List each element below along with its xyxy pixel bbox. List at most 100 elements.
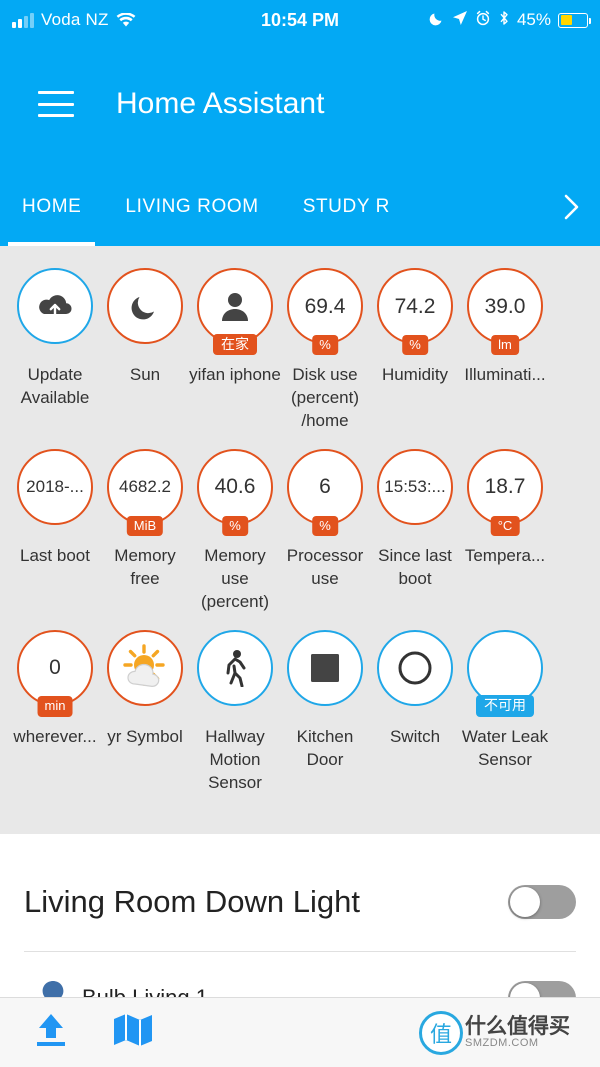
bottom-bar: 值 什么值得买 SMZDM.COM xyxy=(0,997,600,1067)
badge-row: 2018-... Last boot 4682.2 MiB Memory fre… xyxy=(10,448,590,630)
badge-unit: 在家 xyxy=(213,333,257,355)
map-icon[interactable] xyxy=(112,1011,154,1054)
badge-temperature[interactable]: 18.7 °C Tempera... xyxy=(460,448,550,614)
badge-illuminance[interactable]: 39.0 lm Illuminati... xyxy=(460,268,550,433)
badge-unit: °C xyxy=(490,515,520,536)
badge-memory-use[interactable]: 40.6 % Memory use (percent) xyxy=(190,448,280,614)
cloud-upload-icon xyxy=(36,291,74,321)
badge-processor-use[interactable]: 6 % Processor use xyxy=(280,448,370,614)
badge-row: Update Available Sun 在家 yifan iphone 69.… xyxy=(10,268,590,449)
badge-value: 18.7 xyxy=(484,475,526,499)
badge-yr-symbol[interactable]: yr Symbol xyxy=(100,629,190,795)
walking-person-icon xyxy=(220,649,250,687)
badge-label: Hallway Motion Sensor xyxy=(205,726,265,792)
card-master-toggle[interactable] xyxy=(508,884,576,919)
badge-value: 74.2 xyxy=(394,294,436,318)
bluetooth-icon xyxy=(498,10,510,30)
badge-unit: min xyxy=(37,696,73,717)
battery-icon xyxy=(558,12,591,28)
badge-value: 39.0 xyxy=(484,294,526,318)
badge-switch[interactable]: Switch xyxy=(370,629,460,795)
signal-icon xyxy=(12,12,34,28)
badge-last-boot[interactable]: 2018-... Last boot xyxy=(10,448,100,614)
badge-memory-free[interactable]: 4682.2 MiB Memory free xyxy=(100,448,190,614)
badge-label: Last boot xyxy=(20,545,90,565)
badge-label: Update Available xyxy=(20,365,90,407)
hamburger-menu-icon[interactable] xyxy=(38,91,74,117)
card-title: Living Room Down Light xyxy=(24,883,361,919)
badge-unit: % xyxy=(312,515,338,536)
badge-label: Disk use (percent) /home xyxy=(290,365,360,430)
badge-disk-use[interactable]: 69.4 % Disk use (percent) /home xyxy=(280,268,370,433)
badge-unit: 不可用 xyxy=(476,695,534,717)
watermark-text: 什么值得买 SMZDM.COM xyxy=(465,1014,570,1050)
tab-living-room-label: LIVING ROOM xyxy=(125,196,259,217)
moon-icon xyxy=(128,289,162,323)
status-bar-left: Voda NZ xyxy=(12,10,136,30)
bottom-bar-icons xyxy=(30,1010,154,1055)
circle-outline-icon xyxy=(397,650,433,686)
tab-home[interactable]: HOME xyxy=(0,168,103,246)
badge-label: Memory use (percent) xyxy=(200,545,270,611)
badge-wherever[interactable]: 0 min wherever... xyxy=(10,629,100,795)
badge-water-leak-sensor[interactable]: 不可用 Water Leak Sensor xyxy=(460,629,550,795)
status-bar: Voda NZ 10:54 PM 45% xyxy=(0,0,600,40)
badge-label: Processor use xyxy=(286,545,364,588)
badge-since-last-boot[interactable]: 15:53:... Since last boot xyxy=(370,448,460,614)
badge-label: Humidity xyxy=(381,365,449,384)
location-arrow-icon xyxy=(452,10,468,30)
badge-value: 15:53:... xyxy=(384,477,446,497)
badge-humidity[interactable]: 74.2 % Humidity xyxy=(370,268,460,433)
app-bar: Home Assistant xyxy=(0,40,600,168)
battery-percent-label: 45% xyxy=(516,10,551,29)
badge-yifan-iphone[interactable]: 在家 yifan iphone xyxy=(189,268,281,433)
badge-label: wherever... xyxy=(13,726,97,746)
card-spacer xyxy=(0,834,600,853)
badge-kitchen-door[interactable]: Kitchen Door xyxy=(280,629,370,795)
wifi-icon xyxy=(116,11,136,28)
badge-value: 4682.2 xyxy=(119,477,171,497)
badge-label: Since last boot xyxy=(378,545,452,588)
badge-unit: MiB xyxy=(126,515,164,536)
watermark-logo: 值 xyxy=(419,1010,463,1055)
upload-icon[interactable] xyxy=(30,1010,72,1055)
badge-label: Memory free xyxy=(114,545,176,588)
carrier-label: Voda NZ xyxy=(41,10,109,29)
badge-unit: % xyxy=(312,334,338,355)
watermark-sub-label: SMZDM.COM xyxy=(465,1036,539,1049)
badge-hallway-motion-sensor[interactable]: Hallway Motion Sensor xyxy=(190,629,280,795)
badge-value: 40.6 xyxy=(214,475,256,499)
badge-unit: % xyxy=(222,515,248,536)
badge-row: 0 min wherever... yr Symbol Hallway Moti… xyxy=(10,629,590,811)
tab-study-r[interactable]: STUDY R xyxy=(281,168,412,246)
watermark: 值 什么值得买 SMZDM.COM xyxy=(419,1010,570,1055)
badge-grid: Update Available Sun 在家 yifan iphone 69.… xyxy=(0,246,600,835)
card-header-row: Living Room Down Light xyxy=(24,852,576,953)
badge-label: yr Symbol xyxy=(107,726,183,746)
tab-study-r-label: STUDY R xyxy=(302,196,390,217)
badge-value: 6 xyxy=(319,475,331,499)
badge-sun[interactable]: Sun xyxy=(100,268,190,433)
tab-home-label: HOME xyxy=(22,196,82,217)
badge-unit: % xyxy=(402,334,428,355)
badge-update-available[interactable]: Update Available xyxy=(10,268,100,433)
badge-label: Water Leak Sensor xyxy=(461,726,549,769)
alarm-clock-icon xyxy=(475,10,491,30)
badge-label: Tempera... xyxy=(464,545,546,565)
badge-value: 2018-... xyxy=(26,477,84,497)
badge-label: Sun xyxy=(129,365,161,384)
watermark-main-label: 什么值得买 xyxy=(465,1014,570,1038)
tab-bar: HOME LIVING ROOM STUDY R xyxy=(0,168,600,246)
sun-cloud-icon xyxy=(117,640,173,696)
moon-icon xyxy=(429,10,445,30)
badge-unit: lm xyxy=(491,334,519,355)
chevron-right-icon[interactable] xyxy=(544,168,600,246)
status-bar-right: 45% xyxy=(429,10,591,30)
badge-label: Kitchen Door xyxy=(296,726,354,769)
badge-label: yifan iphone xyxy=(189,365,281,384)
page-title: Home Assistant xyxy=(116,87,325,120)
badge-label: Switch xyxy=(389,726,441,746)
tab-living-room[interactable]: LIVING ROOM xyxy=(103,168,280,246)
badge-label: Illuminati... xyxy=(464,365,546,384)
square-icon xyxy=(308,651,342,685)
